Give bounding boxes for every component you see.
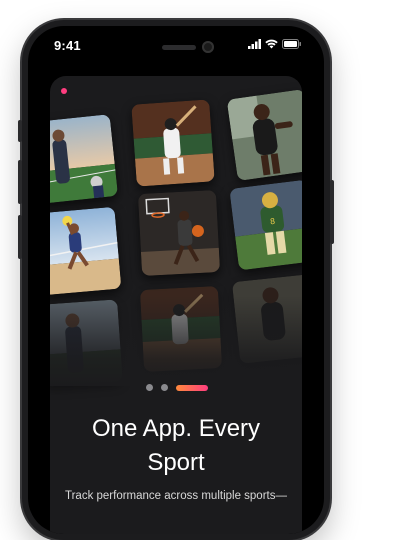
onboarding-card: 8 One App. Every Sport Track performance… [50,76,302,534]
battery-icon [282,39,301,49]
page-dot-2[interactable] [161,384,168,391]
recording-indicator [61,88,67,94]
sport-photo-basketball [137,190,221,276]
volume-up-button [18,160,22,204]
headline-line-2: Sport [147,449,205,476]
phone-frame: 9:41 8 One App. Every Sport Track perfor… [18,20,334,540]
status-icons [248,39,302,49]
onboarding-headline: One App. Every Sport [50,412,302,480]
status-bar: 9:41 [28,26,324,70]
mute-switch [18,120,22,142]
sport-photo-football-player: 8 [229,179,302,271]
volume-down-button [18,215,22,259]
screen: 9:41 8 One App. Every Sport Track perfor… [28,26,324,534]
status-time: 9:41 [54,38,81,53]
svg-text:8: 8 [269,217,275,227]
cellular-signal-icon [248,39,261,49]
headline-line-1: One App. Every [91,415,261,442]
page-dot-3-active[interactable] [176,384,208,391]
wifi-icon [265,39,278,49]
speaker-grille [162,45,196,50]
pagination-dots [146,384,208,391]
sport-photo-beach-volleyball [50,206,122,296]
sport-photo-track-sprinter [226,88,302,182]
front-camera [202,41,214,53]
onboarding-subtext: Track performance across multiple sports… [65,490,287,502]
sport-photo-football-coach [50,114,119,204]
sport-photo-baseball-batter [131,99,215,187]
gallery-fade-overlay [50,296,302,386]
page-dot-1[interactable] [146,384,153,391]
power-button [330,180,334,244]
